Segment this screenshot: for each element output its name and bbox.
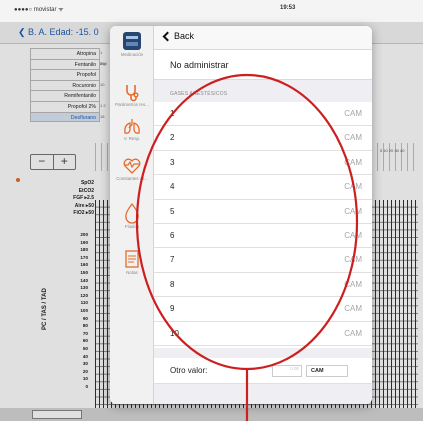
- other-unit-selector[interactable]: CAM: [306, 365, 348, 377]
- back-label: Back: [174, 31, 195, 41]
- option-unit: CAM: [344, 328, 362, 338]
- popover-content: Back No administrar GASES ANESTÉSICOS 1 C…: [154, 26, 372, 404]
- option-unit: CAM: [344, 182, 362, 192]
- heart-monitor-icon: [123, 158, 141, 174]
- stethoscope-icon: [126, 85, 139, 102]
- sidebar-label: Notas: [126, 270, 138, 275]
- cam-option-row[interactable]: 4 CAM: [154, 175, 372, 200]
- option-value: 4: [170, 182, 175, 192]
- sidebar-item-vitals[interactable]: Constantes vit...: [110, 154, 154, 181]
- cam-option-row[interactable]: 7 CAM: [154, 248, 372, 273]
- sidebar-label: Medicación: [120, 52, 144, 57]
- sidebar-item-fluids[interactable]: Fluidos: [110, 202, 154, 229]
- option-value: 2: [170, 133, 175, 143]
- sidebar-label: Constantes vit...: [116, 176, 148, 181]
- gas-popover: Medicación Parámetros res... V. Resp. Co…: [110, 26, 372, 404]
- option-unit: CAM: [344, 230, 362, 240]
- medication-icon: [123, 32, 141, 50]
- sidebar-label: Parámetros res...: [115, 102, 149, 107]
- popover-sidebar: Medicación Parámetros res... V. Resp. Co…: [110, 26, 154, 404]
- option-value: 1: [170, 109, 175, 118]
- option-unit: CAM: [344, 304, 362, 314]
- option-value: 6: [170, 230, 175, 240]
- sidebar-item-medication[interactable]: Medicación: [110, 30, 154, 57]
- cam-option-list: 1 CAM 2 CAM 3 CAM 4 CAM 5 CAM 6 CAM 7 CAM 8 CAM …: [154, 102, 372, 346]
- sidebar-item-notes[interactable]: Notas: [110, 248, 154, 275]
- sidebar-label: V. Resp.: [123, 136, 141, 141]
- option-unit: CAM: [344, 133, 362, 143]
- back-button[interactable]: Back: [162, 31, 194, 41]
- cam-option-row[interactable]: 5 CAM: [154, 200, 372, 224]
- section-header: GASES ANESTÉSICOS: [154, 80, 372, 102]
- popover-footer: [154, 384, 372, 404]
- carrier-signal: ●●●●○ movistar ᯤ: [14, 7, 64, 13]
- option-unit: CAM: [344, 157, 362, 167]
- no-administrar-option[interactable]: No administrar: [154, 50, 372, 80]
- sidebar-label: Fluidos: [124, 224, 140, 229]
- cam-option-row[interactable]: 1 CAM: [154, 102, 372, 127]
- status-bar: ●●●●○ movistar ᯤ 19:53: [0, 0, 423, 22]
- other-value-label: Otro valor:: [170, 366, 208, 375]
- cam-option-row[interactable]: 8 CAM: [154, 273, 372, 298]
- option-value: 3: [170, 157, 175, 167]
- option-value: 10: [170, 328, 179, 338]
- option-unit: CAM: [344, 279, 362, 289]
- option-value: 9: [170, 304, 175, 314]
- lungs-icon: [124, 119, 140, 134]
- option-value: 5: [170, 206, 175, 216]
- other-value-input[interactable]: 0.00: [272, 365, 302, 377]
- option-value: 8: [170, 279, 175, 289]
- sidebar-item-parameters[interactable]: Parámetros res...: [110, 82, 154, 107]
- option-unit: CAM: [344, 255, 362, 265]
- cam-option-row[interactable]: 9 CAM: [154, 297, 372, 322]
- fluids-icon: [125, 202, 139, 224]
- option-unit: CAM: [344, 206, 362, 216]
- cam-option-row[interactable]: 2 CAM: [154, 126, 372, 151]
- option-unit: CAM: [344, 109, 362, 118]
- status-time: 19:53: [280, 5, 296, 11]
- sidebar-item-ventilation[interactable]: V. Resp.: [110, 116, 154, 141]
- notes-icon: [125, 250, 139, 268]
- cam-option-row[interactable]: 3 CAM: [154, 151, 372, 176]
- section-spacer: [154, 348, 372, 358]
- cam-option-row[interactable]: 10 CAM: [154, 322, 372, 346]
- popover-nav-bar: Back: [154, 26, 372, 50]
- cam-option-row[interactable]: 6 CAM: [154, 224, 372, 249]
- chevron-left-icon: [162, 31, 173, 41]
- option-value: 7: [170, 255, 175, 265]
